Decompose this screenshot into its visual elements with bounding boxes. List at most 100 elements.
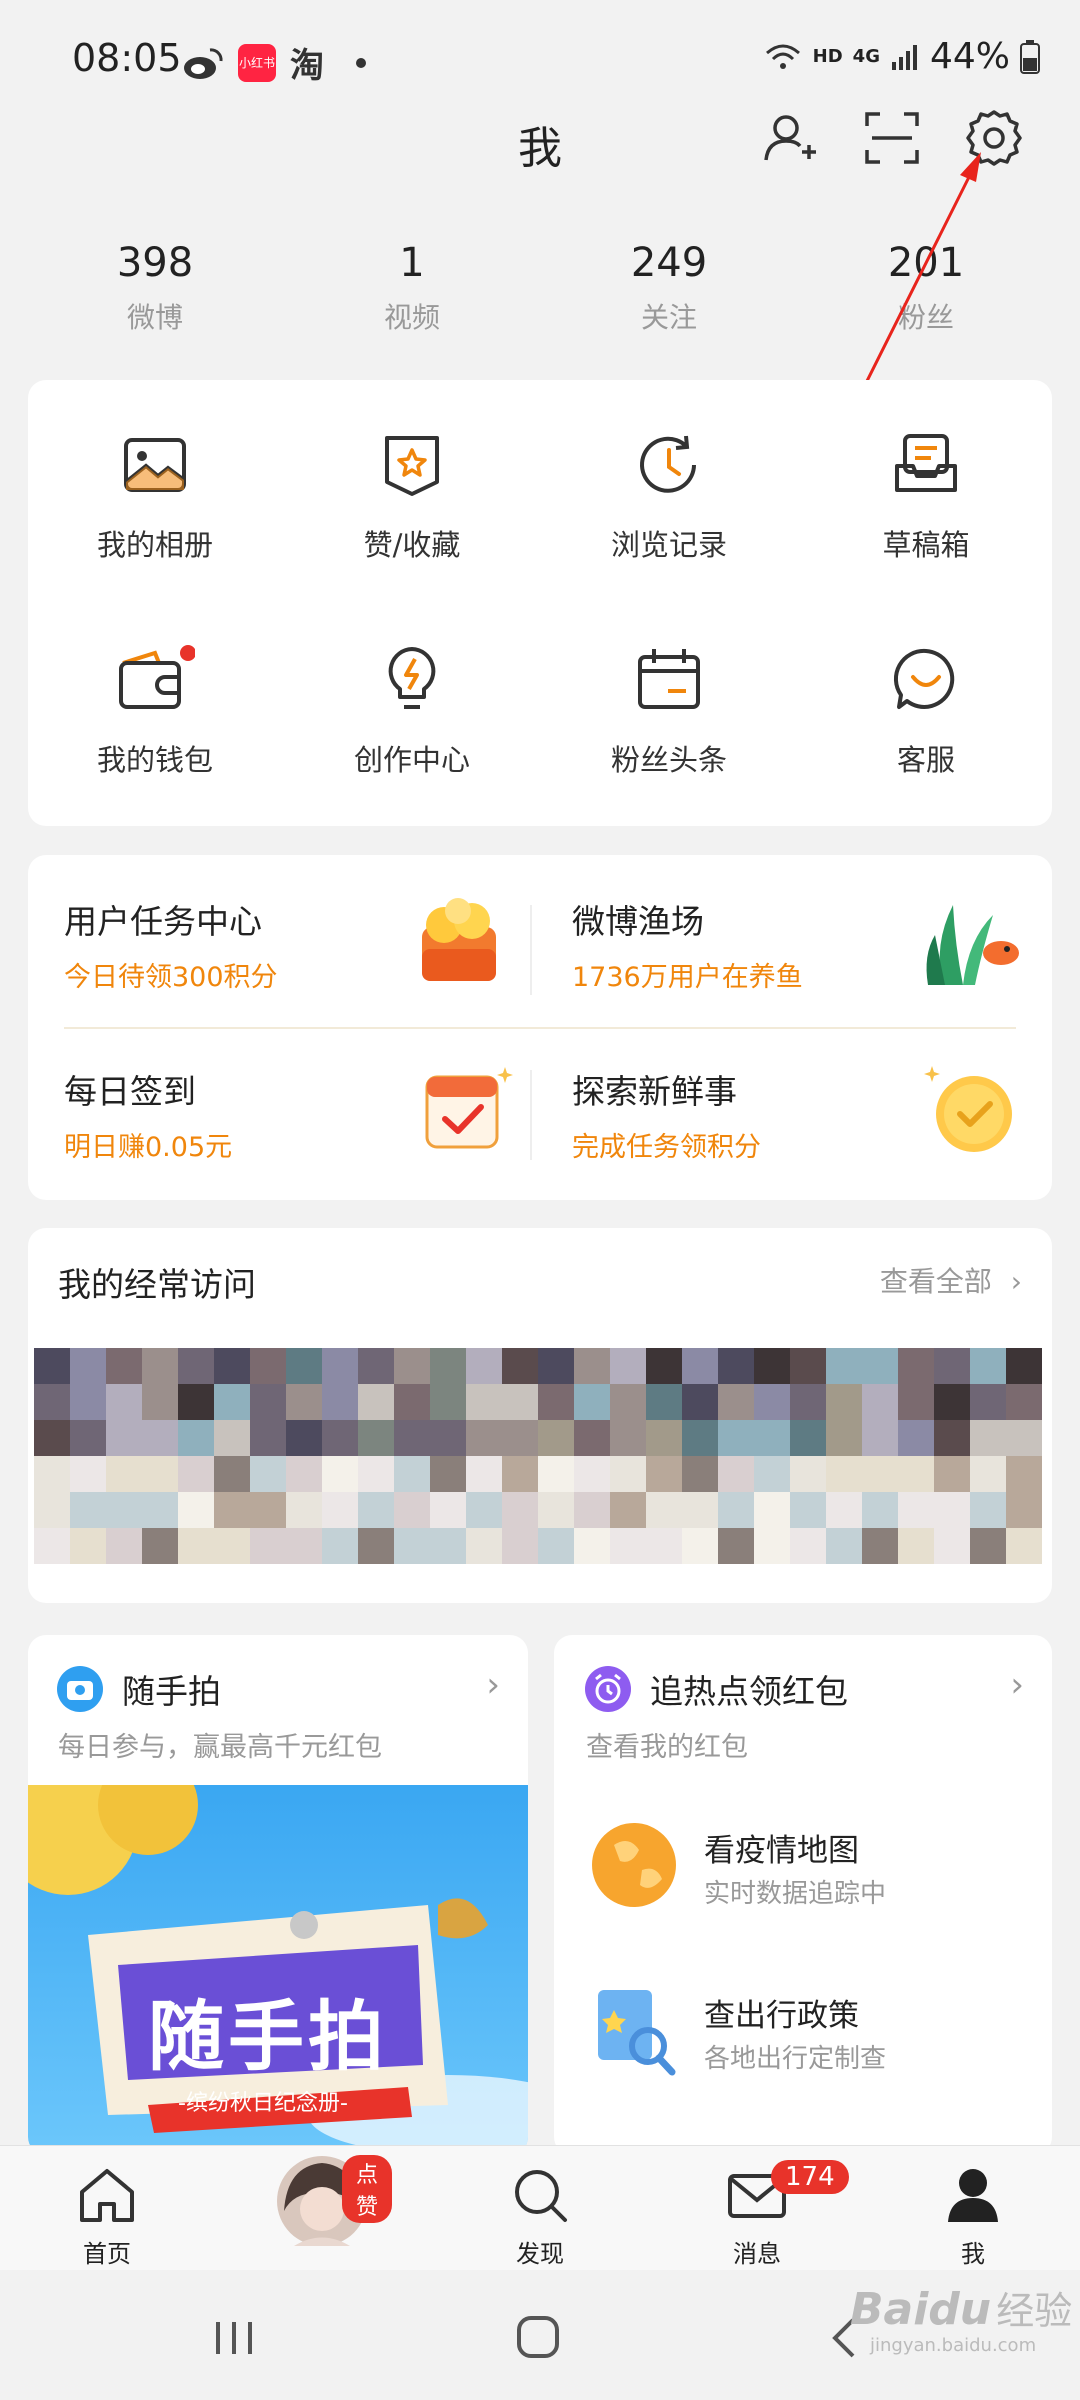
blur-mosaic-cell [538, 1384, 574, 1420]
grid-item-favorites[interactable]: 赞/收藏 [312, 430, 512, 564]
wifi-icon [765, 44, 800, 69]
blur-mosaic-cell [646, 1384, 682, 1420]
blur-mosaic-cell [610, 1456, 646, 1492]
blur-mosaic-cell [754, 1528, 790, 1564]
snap-banner[interactable]: 随手拍 -缤纷秋日纪念册- [28, 1785, 528, 2155]
bulb-icon [388, 647, 436, 709]
blur-mosaic-cell [790, 1384, 826, 1420]
task-daily-checkin[interactable]: 每日签到 明日赚0.05元 [64, 1065, 232, 1164]
blur-mosaic-cell [394, 1456, 430, 1492]
blur-mosaic-cell [1006, 1528, 1042, 1564]
blur-mosaic-cell [358, 1384, 394, 1420]
blur-mosaic-cell [826, 1456, 862, 1492]
blur-mosaic-cell [358, 1492, 394, 1528]
blur-mosaic-cell [1006, 1384, 1042, 1420]
grid-item-fan-headline[interactable]: 粉丝头条 [569, 645, 769, 779]
stat-following[interactable]: 249 关注 [569, 240, 769, 336]
customer-service-icon [893, 648, 955, 709]
blur-mosaic-cell [142, 1492, 178, 1528]
epidemic-map-item[interactable]: 看疫情地图 实时数据追踪中 [584, 1815, 1024, 1925]
red-packet-title: 追热点领红包 [650, 1672, 848, 1711]
red-packet-card[interactable]: 追热点领红包 › 查看我的红包 看疫情地图 实时数据追踪中 查出行政策 各地出行… [554, 1635, 1052, 2155]
wallet-icon [119, 645, 195, 709]
recent-apps-icon[interactable] [212, 2318, 256, 2358]
blur-mosaic-cell [322, 1456, 358, 1492]
grid-item-customer-service[interactable]: 客服 [826, 645, 1026, 779]
blur-mosaic-cell [106, 1420, 142, 1456]
snap-subtitle: 每日参与，赢最高千元红包 [58, 1732, 382, 1763]
grid-item-history[interactable]: 浏览记录 [569, 430, 769, 564]
system-status: HD 4G 44% [763, 36, 1040, 77]
blur-mosaic-cell [250, 1528, 286, 1564]
snap-card[interactable]: 随手拍 › 每日参与，赢最高千元红包 随手拍 -缤纷秋日纪念册- [28, 1635, 528, 2155]
chevron-right-icon: › [1010, 1265, 1022, 1298]
blur-mosaic-cell [790, 1492, 826, 1528]
blur-mosaic-cell [754, 1384, 790, 1420]
blur-mosaic-cell [70, 1528, 106, 1564]
blur-mosaic-cell [826, 1528, 862, 1564]
frequent-visits-avatars-blurred[interactable] [34, 1348, 1046, 1578]
coin-bag-icon [422, 898, 496, 981]
blur-mosaic-cell [646, 1492, 682, 1528]
snap-chevron-icon: › [486, 1665, 500, 1705]
blur-mosaic-cell [250, 1492, 286, 1528]
snap-banner-title: 随手拍 [148, 1992, 388, 2081]
blur-mosaic-cell [394, 1492, 430, 1528]
grid-item-creator-center[interactable]: 创作中心 [312, 645, 512, 779]
blur-mosaic-cell [934, 1420, 970, 1456]
blur-mosaic-cell [862, 1528, 898, 1564]
blur-mosaic-cell [70, 1456, 106, 1492]
blur-mosaic-cell [826, 1348, 862, 1384]
blur-mosaic-cell [610, 1348, 646, 1384]
blur-mosaic-cell [430, 1348, 466, 1384]
grid-item-drafts[interactable]: 草稿箱 [826, 430, 1026, 564]
blur-mosaic-cell [538, 1420, 574, 1456]
blur-mosaic-cell [214, 1492, 250, 1528]
blur-mosaic-cell [538, 1528, 574, 1564]
blur-mosaic-cell [862, 1384, 898, 1420]
blur-mosaic-cell [934, 1528, 970, 1564]
snap-banner-subtitle: -缤纷秋日纪念册- [178, 2091, 348, 2116]
blur-mosaic-cell [34, 1528, 70, 1564]
tab-me[interactable]: 我 [903, 2166, 1043, 2269]
tab-home[interactable]: 首页 [37, 2166, 177, 2269]
search-icon [515, 2170, 567, 2222]
blur-mosaic-cell [286, 1528, 322, 1564]
calendar-icon [638, 649, 700, 709]
like-badge: 点赞 [342, 2155, 392, 2223]
blur-mosaic-cell [574, 1492, 610, 1528]
task-user-center[interactable]: 用户任务中心 今日待领300积分 [64, 895, 278, 994]
blur-mosaic-cell [646, 1528, 682, 1564]
blur-mosaic-cell [970, 1528, 1006, 1564]
blur-mosaic-cell [430, 1420, 466, 1456]
blur-mosaic-cell [178, 1384, 214, 1420]
task-explore[interactable]: 探索新鲜事 完成任务领积分 [572, 1065, 761, 1164]
blur-mosaic-cell [214, 1420, 250, 1456]
blur-mosaic-cell [178, 1348, 214, 1384]
travel-policy-item[interactable]: 查出行政策 各地出行定制查 [584, 1980, 1024, 2090]
stat-video[interactable]: 1 视频 [312, 240, 512, 336]
blur-mosaic-cell [862, 1492, 898, 1528]
blur-mosaic-cell [502, 1348, 538, 1384]
blur-mosaic-cell [34, 1384, 70, 1420]
blur-mosaic-cell [682, 1456, 718, 1492]
grid-item-album[interactable]: 我的相册 [55, 430, 255, 564]
blur-mosaic-cell [970, 1456, 1006, 1492]
grid-item-wallet[interactable]: 我的钱包 [55, 645, 255, 779]
blur-mosaic-cell [682, 1348, 718, 1384]
battery-icon [1020, 39, 1040, 74]
tab-like-avatar[interactable]: 点赞 [252, 2151, 392, 2255]
tab-discover[interactable]: 发现 [470, 2166, 610, 2269]
blur-mosaic-cell [394, 1348, 430, 1384]
blur-mosaic-cell [574, 1420, 610, 1456]
blur-mosaic-cell [538, 1456, 574, 1492]
tab-messages[interactable]: 消息 174 [687, 2160, 849, 2269]
blur-mosaic-cell [358, 1348, 394, 1384]
blur-mosaic-cell [70, 1492, 106, 1528]
blur-mosaic-cell [70, 1384, 106, 1420]
stat-weibo[interactable]: 398 微博 [55, 240, 255, 336]
view-all-link[interactable]: 查看全部 › [880, 1260, 1022, 1300]
home-button-icon[interactable] [515, 2314, 561, 2360]
blur-mosaic-cell [574, 1528, 610, 1564]
task-weibo-fishery[interactable]: 微博渔场 1736万用户在养鱼 [572, 895, 803, 994]
